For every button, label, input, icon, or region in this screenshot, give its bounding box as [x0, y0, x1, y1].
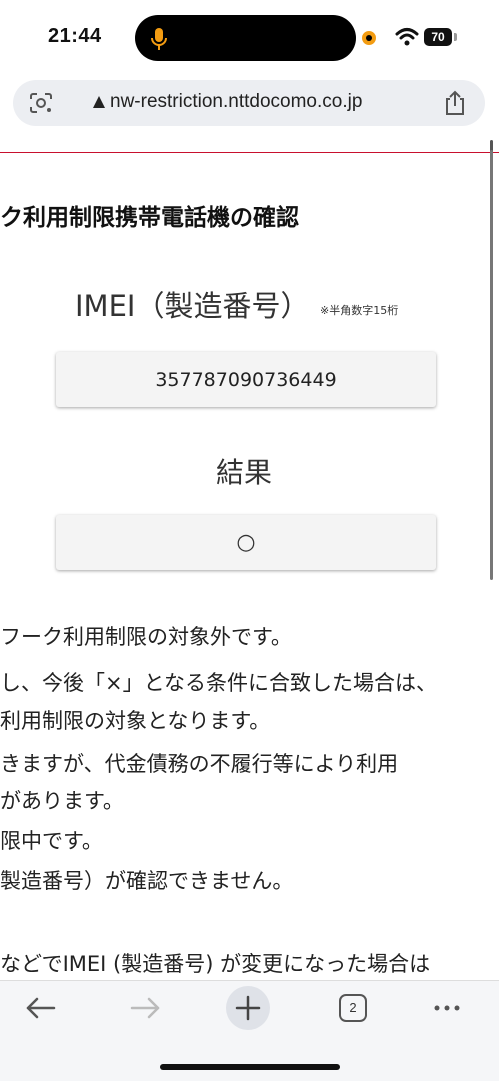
forward-arrow-icon[interactable]: [128, 994, 162, 1022]
description-line: 限中です。: [0, 829, 103, 853]
microphone-icon: [151, 28, 167, 50]
share-icon[interactable]: [441, 89, 469, 117]
imei-input[interactable]: 357787090736449: [56, 352, 436, 407]
result-label: 結果: [216, 456, 273, 489]
description-line: などでIMEI (製造番号) が変更になった場合は: [0, 952, 431, 976]
imei-label: IMEI（製造番号）: [75, 289, 310, 323]
page-title: ク利用制限携帯電話機の確認: [0, 205, 299, 231]
insecure-warning-icon: [93, 96, 105, 108]
wifi-icon: [395, 28, 419, 46]
status-time: 21:44: [48, 25, 102, 47]
home-indicator[interactable]: [160, 1064, 340, 1070]
status-bar: 21:44 70: [0, 0, 499, 75]
url-text[interactable]: nw-restriction.nttdocomo.co.jp: [110, 91, 362, 113]
battery-tip: [454, 33, 457, 41]
battery-indicator: 70: [424, 28, 452, 46]
new-tab-button[interactable]: [226, 986, 270, 1030]
description-line: きますが、代金債務の不履行等により利用: [0, 752, 399, 776]
result-box: ○: [56, 515, 436, 570]
description-line: があります。: [0, 789, 124, 813]
description-line: フーク利用制限の対象外です。: [0, 625, 292, 649]
more-dots-icon[interactable]: [430, 994, 464, 1022]
plus-icon: [235, 995, 261, 1021]
header-accent-line: [0, 152, 499, 153]
scrollbar[interactable]: [490, 150, 493, 580]
description-line: 利用制限の対象となります。: [0, 709, 271, 733]
description-line: し、今後「×」となる条件に合致した場合は、: [0, 671, 437, 695]
description-line: 製造番号）が確認できません。: [0, 869, 294, 893]
google-lens-icon[interactable]: [28, 91, 54, 115]
imei-note: ※半角数字15桁: [320, 304, 399, 317]
tab-switcher-button[interactable]: 2: [339, 994, 367, 1022]
back-arrow-icon[interactable]: [24, 994, 58, 1022]
recording-indicator-icon: [362, 31, 376, 45]
